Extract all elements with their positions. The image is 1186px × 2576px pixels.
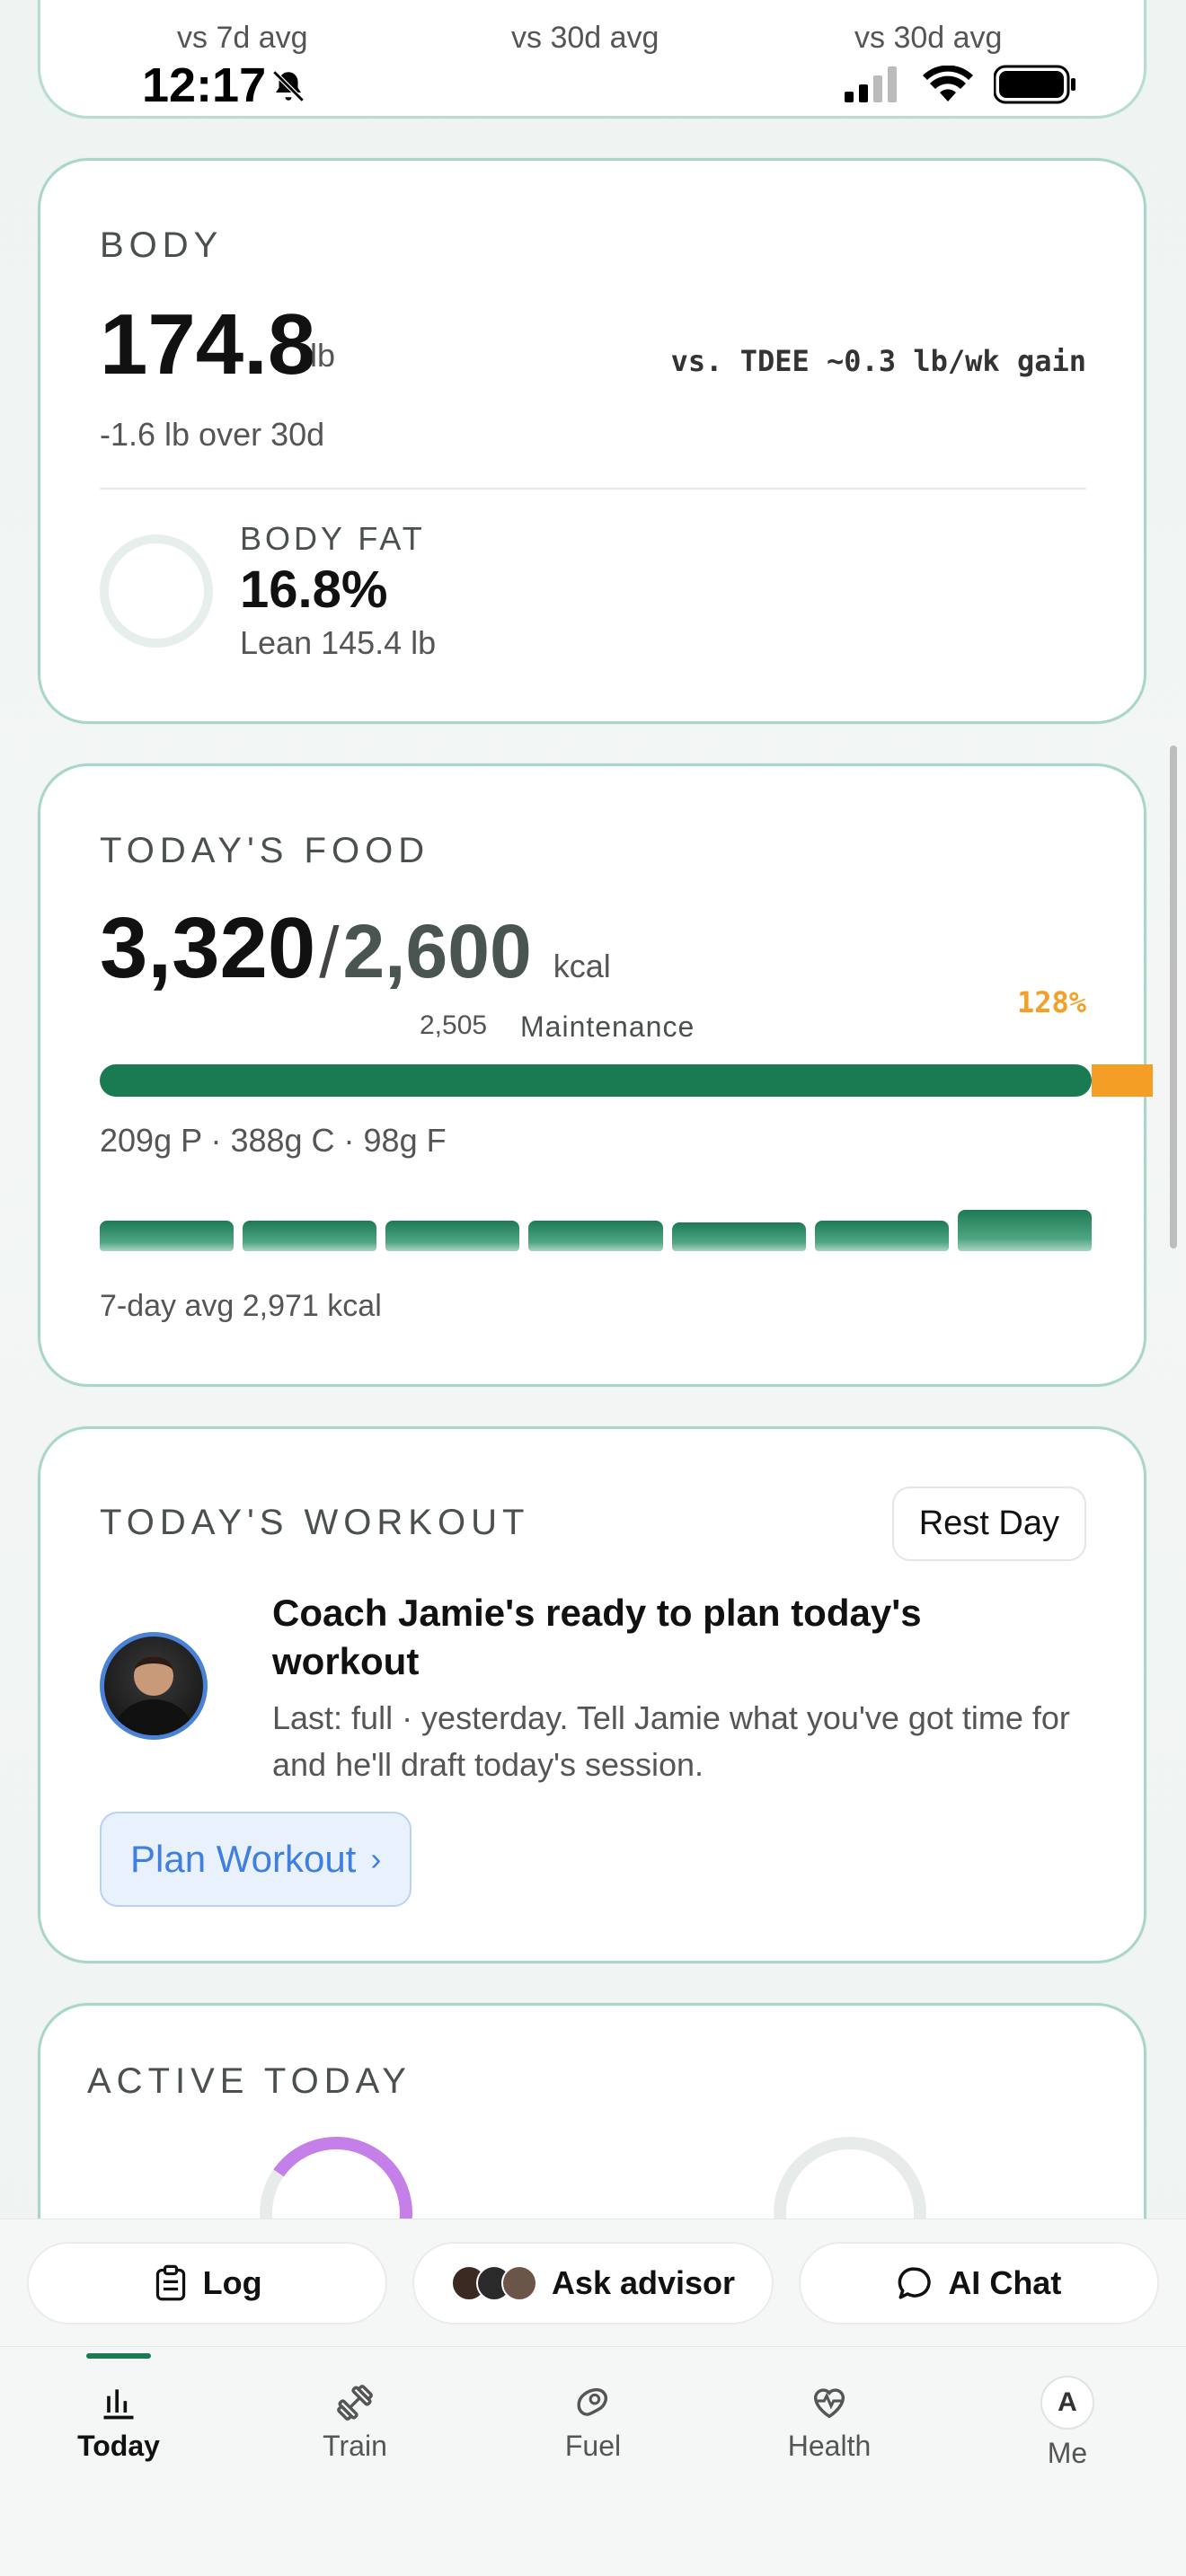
ai-chat-label: AI Chat [948,2264,1062,2301]
active-tab-indicator [86,2353,151,2359]
kcal-consumed: 3,320 [100,900,316,996]
weekly-kcal-bar [100,1220,235,1251]
ask-advisor-button[interactable]: Ask advisor [412,2242,774,2325]
dumbbell-icon [337,2385,373,2421]
kcal-summary: 3,320 / 2,600 kcal [100,899,611,998]
status-indicators [845,65,1076,104]
weekly-kcal-bar [671,1222,806,1251]
weekly-kcal-bar [528,1220,663,1251]
weekly-kcal-bars [100,1192,1092,1251]
food-card[interactable]: TODAY'S FOOD 3,320 / 2,600 kcal 2,505 Ma… [38,763,1153,1387]
body-card[interactable]: BODY 174.8 lb vs. TDEE ~0.3 lb/wk gain -… [38,158,1146,724]
kcal-over-indicator [1092,1064,1153,1097]
quick-actions: Log Ask advisor AI Chat [27,2242,1159,2325]
tab-train[interactable]: Train [265,2376,445,2463]
macros-summary: 209g P · 388g C · 98g F [100,1122,447,1159]
tab-me-label: Me [1047,2437,1088,2469]
rest-day-button[interactable]: Rest Day [891,1486,1086,1561]
advisor-avatar [500,2265,537,2301]
weekly-kcal-bar [957,1209,1092,1251]
maintenance-value: 2,505 [420,1010,488,1040]
profile-avatar: A [1040,2376,1094,2430]
battery-icon [994,65,1075,104]
maintenance-label: Maintenance [520,1010,695,1043]
coach-description: Last: full · yesterday. Tell Jamie what … [272,1699,1070,1783]
tab-me[interactable]: A Me [978,2376,1157,2470]
wifi-icon [923,66,973,101]
log-label: Log [202,2264,262,2301]
weekly-kcal-bar [385,1220,520,1251]
weekly-average: 7-day avg 2,971 kcal [100,1289,382,1323]
divider [100,488,1086,490]
weight-unit: lb [310,337,336,374]
advisor-avatars [450,2265,537,2301]
log-button[interactable]: Log [27,2242,388,2325]
bell-muted-icon [272,70,305,102]
body-fat-value: 16.8% [240,560,388,619]
plan-workout-button[interactable]: Plan Workout › [100,1812,412,1907]
cellular-signal-icon [845,66,897,102]
bar-chart-icon [103,2389,134,2420]
tab-fuel-label: Fuel [564,2430,622,2462]
tab-health[interactable]: Health [739,2376,919,2463]
food-card-title: TODAY'S FOOD [100,831,430,870]
tab-health-label: Health [787,2430,872,2462]
weekly-kcal-bar [814,1220,949,1251]
kcal-target: 2,600 [342,909,532,993]
metric-sub-label: vs 30d avg [854,21,1003,55]
body-fat-label: BODY FAT [240,520,426,557]
weight-value: 174.8 [100,296,316,393]
steak-icon [577,2387,607,2416]
metric-sub-label: vs 7d avg [177,21,308,55]
tab-bar: Today Train Fuel Health A Me [0,2346,1186,2576]
chevron-right-icon: › [370,1840,382,1877]
lean-mass: Lean 145.4 lb [240,624,437,661]
workout-card[interactable]: TODAY'S WORKOUT Rest Day Coach Jamie's r… [38,1426,1146,1963]
tdee-trend: vs. TDEE ~0.3 lb/wk gain [670,344,1086,378]
weight-delta: -1.6 lb over 30d [100,416,325,453]
chat-bubble-icon [898,2267,931,2299]
workout-card-title: TODAY'S WORKOUT [100,1503,530,1542]
coach-title: Coach Jamie's ready to plan today's work… [272,1592,922,1682]
coach-portrait-icon [113,1656,194,1735]
kcal-progress-bar [100,1064,1092,1097]
tab-fuel[interactable]: Fuel [503,2376,683,2463]
tab-today[interactable]: Today [29,2376,208,2463]
active-card-title: ACTIVE TODAY [87,2061,412,2101]
body-fat-ring [100,534,213,648]
metric-sub-label: vs 30d avg [511,21,659,55]
kcal-unit: kcal [553,948,611,984]
ask-advisor-label: Ask advisor [551,2264,736,2301]
ai-chat-button[interactable]: AI Chat [798,2242,1159,2325]
status-time: 12:17 [142,58,267,112]
tab-train-label: Train [323,2430,387,2462]
kcal-separator: / [319,913,340,992]
coach-avatar [100,1632,208,1740]
tab-today-label: Today [77,2430,160,2462]
kcal-percent: 128% [1016,985,1086,1019]
heart-pulse-icon [813,2388,845,2419]
scrollbar[interactable] [1170,745,1177,1248]
plan-workout-label: Plan Workout [130,1838,357,1880]
clipboard-icon [155,2264,185,2301]
weekly-kcal-bar [243,1220,377,1251]
body-card-title: BODY [100,225,224,265]
